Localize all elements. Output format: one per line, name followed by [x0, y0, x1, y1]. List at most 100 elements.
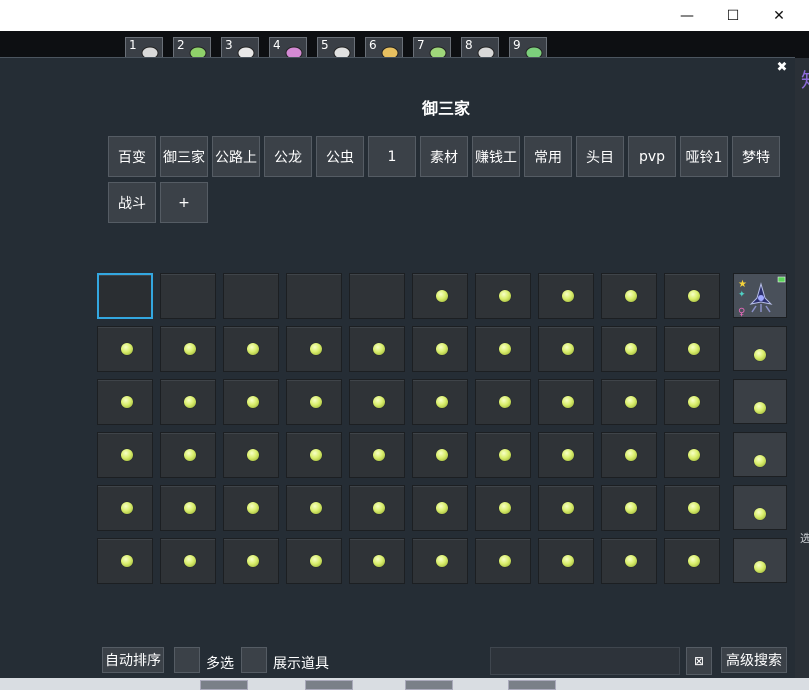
box-tab[interactable]: 战斗	[108, 182, 156, 223]
storage-slot[interactable]	[97, 432, 153, 478]
advanced-search-button[interactable]: 高级搜索	[721, 647, 787, 673]
storage-slot[interactable]	[349, 485, 405, 531]
storage-slot[interactable]	[412, 379, 468, 425]
storage-slot[interactable]	[349, 273, 405, 319]
close-window-button[interactable]: ✕	[756, 0, 802, 31]
storage-slot[interactable]	[97, 379, 153, 425]
show-items-checkbox[interactable]	[241, 647, 267, 673]
storage-slot[interactable]	[475, 379, 531, 425]
storage-slot[interactable]	[664, 326, 720, 372]
storage-slot[interactable]	[601, 379, 657, 425]
storage-slot[interactable]	[223, 273, 279, 319]
storage-slot[interactable]	[475, 273, 531, 319]
storage-slot[interactable]	[349, 538, 405, 584]
storage-slot[interactable]	[286, 485, 342, 531]
add-box-tab[interactable]: +	[160, 182, 208, 223]
storage-slot[interactable]	[475, 485, 531, 531]
storage-slot[interactable]	[412, 432, 468, 478]
storage-slot[interactable]	[97, 538, 153, 584]
storage-slot[interactable]	[475, 432, 531, 478]
storage-slot[interactable]	[223, 379, 279, 425]
team-slot[interactable]	[733, 326, 787, 371]
minimize-button[interactable]: —	[664, 0, 710, 31]
storage-slot[interactable]	[286, 538, 342, 584]
storage-slot[interactable]	[349, 379, 405, 425]
storage-slot[interactable]	[412, 326, 468, 372]
box-tab[interactable]: 哑铃1	[680, 136, 728, 177]
storage-slot[interactable]	[664, 432, 720, 478]
storage-slot[interactable]	[286, 326, 342, 372]
storage-slot[interactable]	[349, 326, 405, 372]
hotbar-slot[interactable]: 2	[173, 37, 211, 59]
storage-slot[interactable]	[601, 538, 657, 584]
storage-slot[interactable]	[538, 485, 594, 531]
multi-select-checkbox[interactable]	[174, 647, 200, 673]
box-tab[interactable]: 1	[368, 136, 416, 177]
storage-slot[interactable]	[664, 485, 720, 531]
team-slot[interactable]	[733, 432, 787, 477]
storage-slot[interactable]	[223, 538, 279, 584]
storage-slot[interactable]	[223, 485, 279, 531]
storage-slot[interactable]	[97, 326, 153, 372]
storage-slot[interactable]	[538, 432, 594, 478]
storage-slot[interactable]	[601, 273, 657, 319]
box-tab[interactable]: 梦特	[732, 136, 780, 177]
storage-slot[interactable]	[97, 485, 153, 531]
storage-slot[interactable]	[601, 326, 657, 372]
hotbar-slot[interactable]: 6	[365, 37, 403, 59]
search-input[interactable]	[490, 647, 680, 675]
auto-sort-button[interactable]: 自动排序	[102, 647, 164, 673]
box-tab[interactable]: 素材	[420, 136, 468, 177]
storage-slot[interactable]	[160, 538, 216, 584]
storage-slot[interactable]	[538, 538, 594, 584]
team-slot[interactable]	[733, 379, 787, 424]
hotbar-slot[interactable]: 4	[269, 37, 307, 59]
storage-slot[interactable]	[97, 273, 153, 319]
storage-slot[interactable]	[160, 432, 216, 478]
storage-slot[interactable]	[412, 485, 468, 531]
box-tab[interactable]: 常用	[524, 136, 572, 177]
storage-slot[interactable]	[475, 538, 531, 584]
maximize-button[interactable]: ☐	[710, 0, 756, 31]
box-tab[interactable]: pvp	[628, 136, 676, 177]
hotbar-slot[interactable]: 1	[125, 37, 163, 59]
team-slot[interactable]	[733, 485, 787, 530]
storage-slot[interactable]	[223, 432, 279, 478]
storage-slot[interactable]	[664, 379, 720, 425]
clear-search-button[interactable]: ⊠	[686, 647, 712, 675]
close-dialog-icon[interactable]: ✖	[774, 60, 790, 76]
storage-slot[interactable]	[286, 273, 342, 319]
hotbar-slot[interactable]: 9	[509, 37, 547, 59]
storage-slot[interactable]	[601, 485, 657, 531]
box-tab[interactable]: 头目	[576, 136, 624, 177]
box-tab[interactable]: 御三家	[160, 136, 208, 177]
storage-slot[interactable]	[475, 326, 531, 372]
box-tab[interactable]: 公虫	[316, 136, 364, 177]
storage-slot[interactable]	[349, 432, 405, 478]
hotbar-slot[interactable]: 8	[461, 37, 499, 59]
storage-slot[interactable]	[412, 273, 468, 319]
hotbar-slot[interactable]: 5	[317, 37, 355, 59]
box-tab[interactable]: 公龙	[264, 136, 312, 177]
storage-slot[interactable]	[160, 485, 216, 531]
storage-slot[interactable]	[286, 432, 342, 478]
storage-slot[interactable]	[538, 273, 594, 319]
storage-slot[interactable]	[286, 379, 342, 425]
box-tab[interactable]: 公路上	[212, 136, 260, 177]
hotbar-slot[interactable]: 7	[413, 37, 451, 59]
team-slot-portrait[interactable]: ★ ✦ ♀	[733, 273, 787, 318]
storage-slot[interactable]	[538, 326, 594, 372]
hotbar-slot[interactable]: 3	[221, 37, 259, 59]
storage-slot[interactable]	[664, 538, 720, 584]
storage-slot[interactable]	[538, 379, 594, 425]
storage-slot[interactable]	[160, 379, 216, 425]
box-tab[interactable]: 赚钱工	[472, 136, 520, 177]
storage-slot[interactable]	[664, 273, 720, 319]
storage-slot[interactable]	[160, 326, 216, 372]
box-tab[interactable]: 百变	[108, 136, 156, 177]
storage-slot[interactable]	[601, 432, 657, 478]
team-slot[interactable]	[733, 538, 787, 583]
storage-slot[interactable]	[223, 326, 279, 372]
storage-slot[interactable]	[160, 273, 216, 319]
storage-slot[interactable]	[412, 538, 468, 584]
